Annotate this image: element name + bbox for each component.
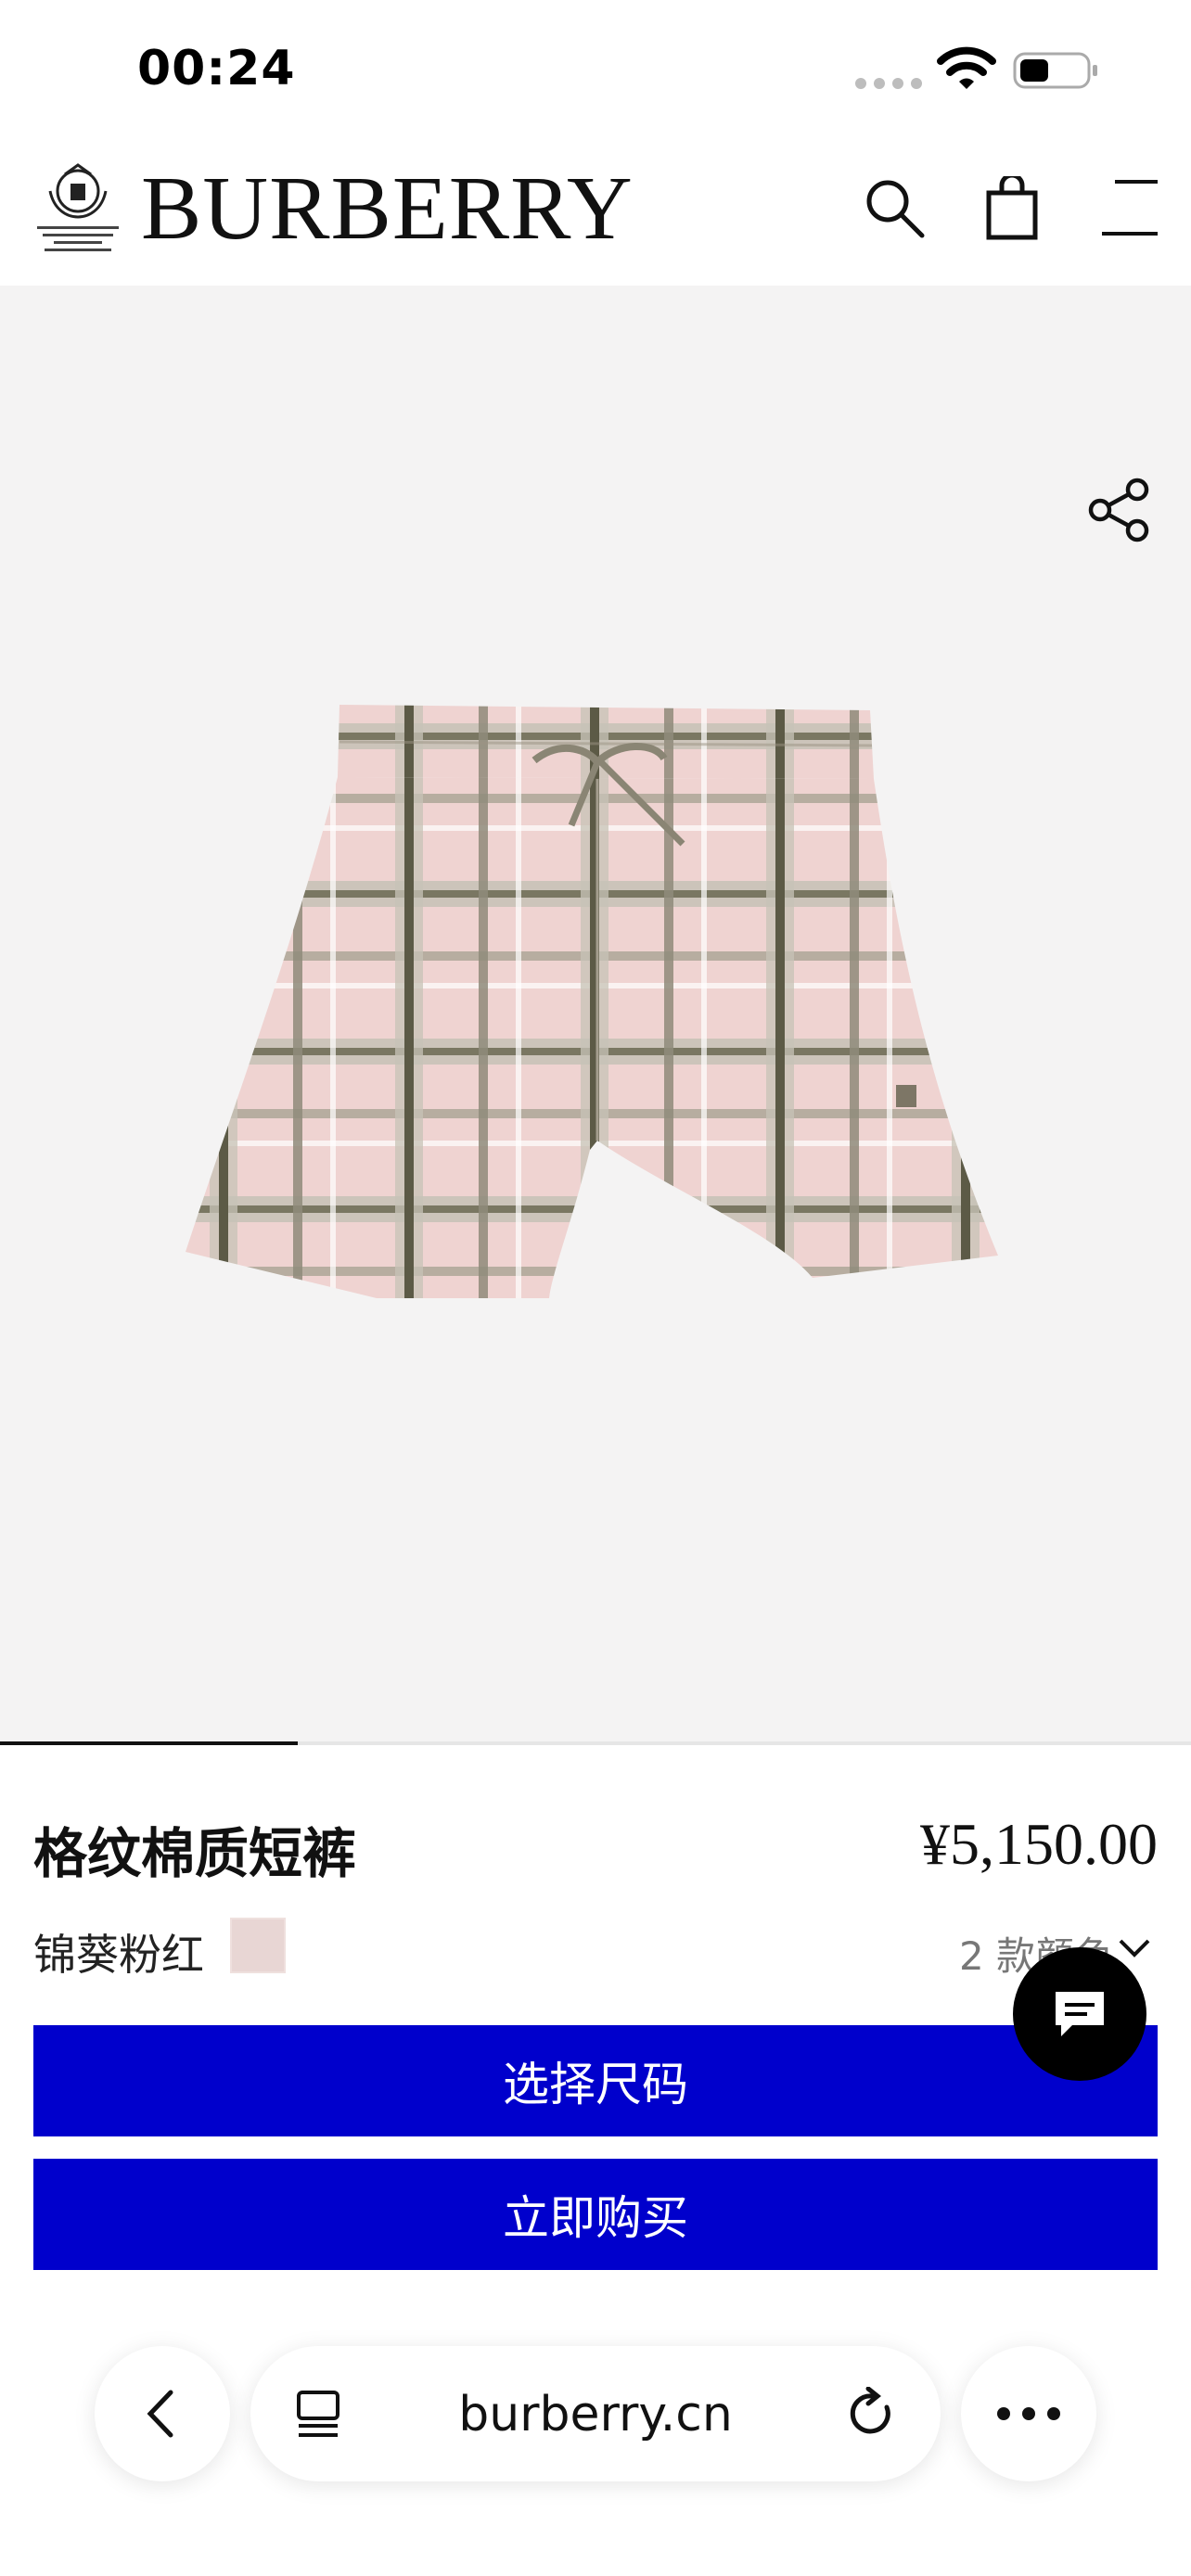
reload-icon[interactable]	[844, 2387, 898, 2441]
browser-toolbar: burberry.cn	[0, 2318, 1191, 2576]
chat-icon	[1056, 1992, 1104, 2036]
back-button[interactable]	[95, 2346, 230, 2481]
shopping-bag-icon[interactable]	[985, 176, 1039, 241]
ellipsis-icon	[997, 2407, 1060, 2420]
status-bar: 00:24	[0, 0, 1191, 139]
cellular-signal-icon	[855, 78, 922, 89]
url-text: burberry.cn	[458, 2387, 733, 2442]
color-swatch[interactable]	[230, 1918, 286, 1973]
share-icon[interactable]	[1085, 477, 1152, 543]
more-options-button[interactable]	[961, 2346, 1096, 2481]
buy-now-button[interactable]: 立即购买	[33, 2159, 1158, 2270]
selected-color-name: 锦葵粉红	[33, 1930, 204, 1980]
product-image-check-shorts	[186, 705, 998, 1298]
battery-icon	[1013, 52, 1097, 89]
royal-warrant-crest-logo	[37, 163, 119, 251]
brand-logo[interactable]: BURBERRY	[141, 159, 634, 260]
chat-button[interactable]	[1013, 1947, 1146, 2081]
site-header: BURBERRY	[0, 139, 1191, 286]
search-icon[interactable]	[863, 176, 926, 239]
address-bar[interactable]: burberry.cn	[250, 2346, 941, 2481]
product-price: ¥5,150.00	[920, 1811, 1158, 1877]
select-size-button[interactable]: 选择尺码	[33, 2025, 1158, 2136]
gallery-progress-bar	[0, 1741, 1191, 1745]
product-image-gallery[interactable]	[0, 286, 1191, 1745]
gallery-progress-fill	[0, 1741, 298, 1745]
wifi-icon	[937, 46, 996, 89]
chevron-left-icon	[147, 2390, 173, 2438]
product-title: 格纹棉质短裤	[33, 1822, 357, 1885]
status-time: 00:24	[137, 41, 296, 96]
menu-icon[interactable]	[1100, 176, 1159, 239]
